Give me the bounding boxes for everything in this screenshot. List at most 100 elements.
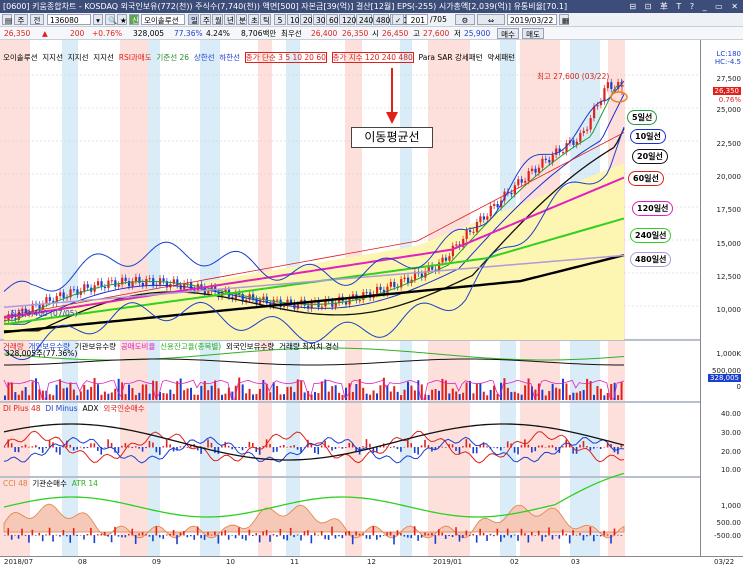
inst-net-bar [100,534,103,536]
foreign-net-bar [117,447,120,454]
foreign-net-bar [596,446,599,448]
candle-body [451,245,454,257]
candle-body [379,286,382,290]
foreign-net-bar [293,445,295,448]
volume-bar [300,380,303,400]
sell-button[interactable]: 매도 [522,28,544,39]
window-controls[interactable]: ⊟ ⊡ 革 T ? _ ▭ ✕ [629,0,741,13]
foreign-net-bar [217,447,220,454]
volume-bar [334,385,337,400]
period-prefix[interactable]: 주 [14,14,28,25]
inst-net-bar [620,535,623,536]
zoom-icon[interactable]: ⇔ [477,14,505,25]
favorite-icon[interactable]: ★ [117,14,127,25]
inst-net-bar [613,528,616,536]
chart-area[interactable] [0,40,700,556]
buy-button[interactable]: 매수 [497,28,519,39]
inst-net-bar [196,526,199,536]
candle-body [527,171,530,181]
foreign-net-bar [341,447,344,449]
minute-button-4[interactable]: 60 [326,14,339,25]
inst-net-bar [145,534,147,536]
foreign-net-bar [159,447,161,455]
inst-net-bar [310,535,313,544]
volume-bar [376,393,378,400]
period-button-0[interactable]: 일 [188,14,199,25]
lc-label: LC:180 [716,50,741,58]
period-button-1[interactable]: 주 [200,14,211,25]
calendar-icon[interactable]: ▦ [559,14,569,25]
volume-bar [317,393,320,400]
foreign-net-bar [245,447,247,448]
candle-body [145,278,148,286]
foreign-net-bar [537,445,540,448]
inst-net-bar [448,535,450,537]
inst-net-bar [131,528,134,536]
legend-atr: ATR 14 [71,479,98,488]
candle-body [276,299,279,301]
foreign-net-bar [458,447,461,454]
volume-bar [489,389,492,400]
period-button-2[interactable]: 월 [212,14,223,25]
foreign-net-bar [72,447,75,451]
inst-net-bar [593,535,595,542]
inst-net-bar [227,535,230,540]
dmi-legend: DI Plus 48 DI Minus ADX 외국인순매수 [3,404,145,414]
candle-body [537,167,541,173]
period-button-4[interactable]: 분 [236,14,247,25]
volume-bar [620,382,623,400]
volume-bar [593,394,595,400]
dropdown-icon[interactable]: ▾ [93,14,103,25]
foreign-net-bar [369,443,371,448]
inst-net-bar [358,533,361,536]
foreign-net-bar [10,443,13,448]
inst-net-bar [107,535,109,537]
period-button-6[interactable]: 틱 [260,14,271,25]
volume-bar [21,390,24,400]
group-icon[interactable]: 신 [129,14,139,25]
minute-button-2[interactable]: 20 [300,14,313,25]
minute-button-3[interactable]: 30 [313,14,326,25]
chart-type-icon[interactable]: ✓ [392,14,404,25]
stock-code-input[interactable]: 136080 [47,14,91,25]
candle-body [496,204,499,208]
foreign-net-bar [231,447,233,450]
candle-body [469,230,472,232]
foreign-net-bar [345,447,347,448]
candle-body [283,305,286,307]
settings-icon[interactable]: ⚙ [455,14,475,25]
period-button-5[interactable]: 초 [248,14,259,25]
inst-net-bar [475,535,478,543]
candle-body [448,256,451,261]
minute-button-1[interactable]: 10 [287,14,300,25]
menu-icon[interactable]: ▤ [2,14,12,25]
volume-bar [503,378,506,400]
search-icon[interactable]: 🔍 [105,14,117,25]
volume-bar [420,384,423,400]
foreign-net-bar [90,443,92,448]
date-input[interactable]: 2019/03/22 [507,14,557,25]
minute-button-6[interactable]: 240 [356,14,373,25]
inst-net-bar [469,535,471,536]
foreign-net-bar [496,447,499,449]
bar-count-input[interactable]: 201 [406,14,428,25]
volume-bar [179,378,182,400]
foreign-net-bar [562,446,564,448]
period-button-3[interactable]: 년 [224,14,235,25]
legend-bear: 약세패턴 [487,53,515,62]
minute-button-7[interactable]: 480 [373,14,390,25]
candle-body [606,82,609,89]
inst-net-bar [17,535,20,539]
prev-prefix[interactable]: 전 [30,14,44,25]
inst-net-bar [41,535,44,542]
inst-net-bar [575,534,578,536]
minute-button-5[interactable]: 120 [339,14,356,25]
volume-bar [572,392,575,400]
foreign-net-bar [541,445,543,448]
inst-net-bar [489,533,492,536]
volume-bar [148,393,151,400]
price-tag: 26,350 [712,87,741,95]
volume-bar [107,393,110,400]
minute-button-0[interactable]: 5 [274,14,286,25]
stock-name-field[interactable]: 오이솔루션 [141,14,185,25]
